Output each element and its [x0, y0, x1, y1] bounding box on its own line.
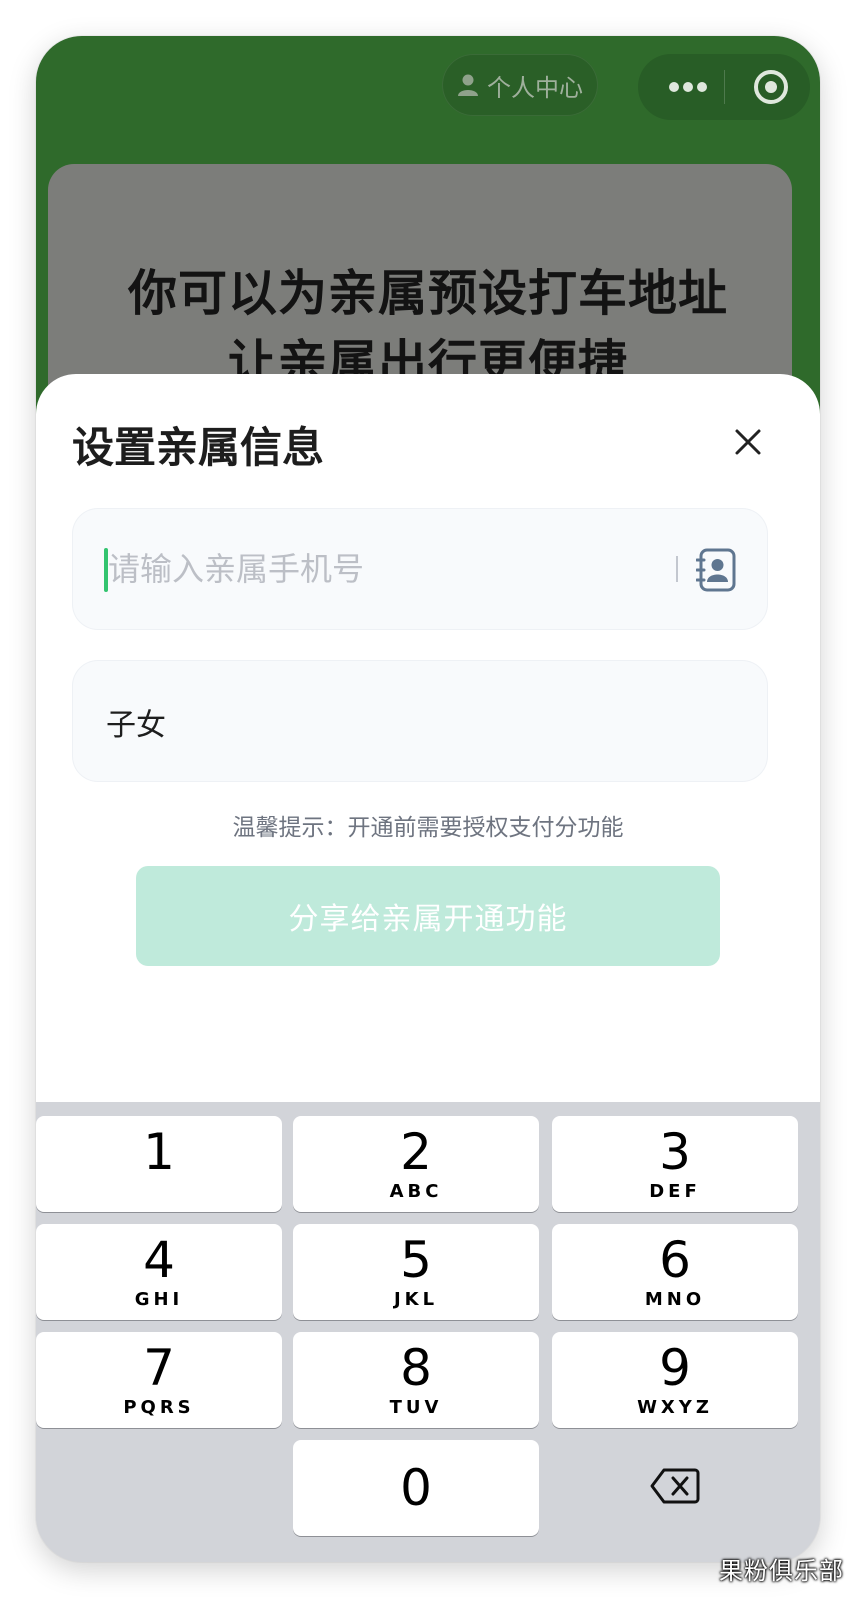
- key-letters: JKL: [393, 1289, 439, 1310]
- numeric-keypad: 1 2 ABC 3 DEF 4 GHI 5 JKL 6 MNO 7 PQRS 8: [36, 1102, 820, 1562]
- sheet-title: 设置亲属信息: [72, 423, 325, 472]
- key-letters: GHI: [134, 1289, 184, 1310]
- relation-value: 子女: [106, 708, 166, 743]
- key-0[interactable]: 0: [293, 1440, 539, 1536]
- key-6[interactable]: 6 MNO: [552, 1224, 798, 1320]
- capsule-divider: [724, 70, 725, 104]
- key-letters: TUV: [389, 1397, 443, 1418]
- key-8[interactable]: 8 TUV: [293, 1332, 539, 1428]
- share-button[interactable]: 分享给亲属开通功能: [136, 866, 720, 966]
- key-9[interactable]: 9 WXYZ: [552, 1332, 798, 1428]
- key-digit: 4: [143, 1231, 175, 1289]
- personal-center-label: 个人中心: [487, 73, 583, 102]
- phone-screen: 个人中心 你可以为亲属预设打车地址 让亲属出行更便捷 设置亲属信息 请输入亲属手…: [36, 36, 820, 1562]
- key-letters: PQRS: [123, 1397, 195, 1418]
- key-digit: 2: [400, 1123, 432, 1181]
- target-close-icon: [754, 70, 788, 104]
- key-digit: 3: [659, 1123, 691, 1181]
- miniprogram-capsule: [638, 54, 810, 120]
- backspace-icon: [650, 1468, 700, 1504]
- key-digit: 8: [400, 1339, 432, 1397]
- more-dots-icon: [669, 82, 707, 92]
- key-letters: WXYZ: [637, 1397, 713, 1418]
- tip-text: 温馨提示：开通前需要授权支付分功能: [232, 815, 624, 841]
- key-digit: 9: [659, 1339, 691, 1397]
- bottom-sheet: 设置亲属信息 子女 温馨提示：开通前需要授权支付分功能 分享给亲: [36, 374, 820, 1102]
- contacts-button[interactable]: [692, 544, 740, 596]
- close-sheet-button[interactable]: [726, 420, 770, 464]
- key-letters: ABC: [389, 1181, 443, 1202]
- key-1[interactable]: 1: [36, 1116, 282, 1212]
- exit-miniprogram-button[interactable]: [738, 54, 804, 120]
- key-digit: 1: [143, 1123, 175, 1181]
- key-letters: DEF: [649, 1181, 701, 1202]
- key-letters: MNO: [644, 1289, 706, 1310]
- key-digit: 0: [400, 1459, 432, 1517]
- person-icon: [458, 74, 478, 96]
- phone-input[interactable]: [106, 538, 668, 600]
- relation-field[interactable]: 子女: [72, 660, 768, 782]
- personal-center-button[interactable]: 个人中心: [442, 54, 598, 116]
- key-4[interactable]: 4 GHI: [36, 1224, 282, 1320]
- key-5[interactable]: 5 JKL: [293, 1224, 539, 1320]
- close-icon: [735, 429, 761, 455]
- key-7[interactable]: 7 PQRS: [36, 1332, 282, 1428]
- key-digit: 6: [659, 1231, 691, 1289]
- banner-line-1: 你可以为亲属预设打车地址: [127, 265, 728, 322]
- field-separator: [676, 556, 678, 582]
- watermark: 果粉俱乐部: [719, 1557, 844, 1585]
- contact-book-icon: [696, 548, 736, 592]
- more-button[interactable]: [652, 54, 724, 120]
- key-3[interactable]: 3 DEF: [552, 1116, 798, 1212]
- key-digit: 7: [143, 1339, 175, 1397]
- key-2[interactable]: 2 ABC: [293, 1116, 539, 1212]
- phone-field[interactable]: [72, 508, 768, 630]
- key-digit: 5: [400, 1231, 432, 1289]
- backspace-key[interactable]: [552, 1438, 798, 1534]
